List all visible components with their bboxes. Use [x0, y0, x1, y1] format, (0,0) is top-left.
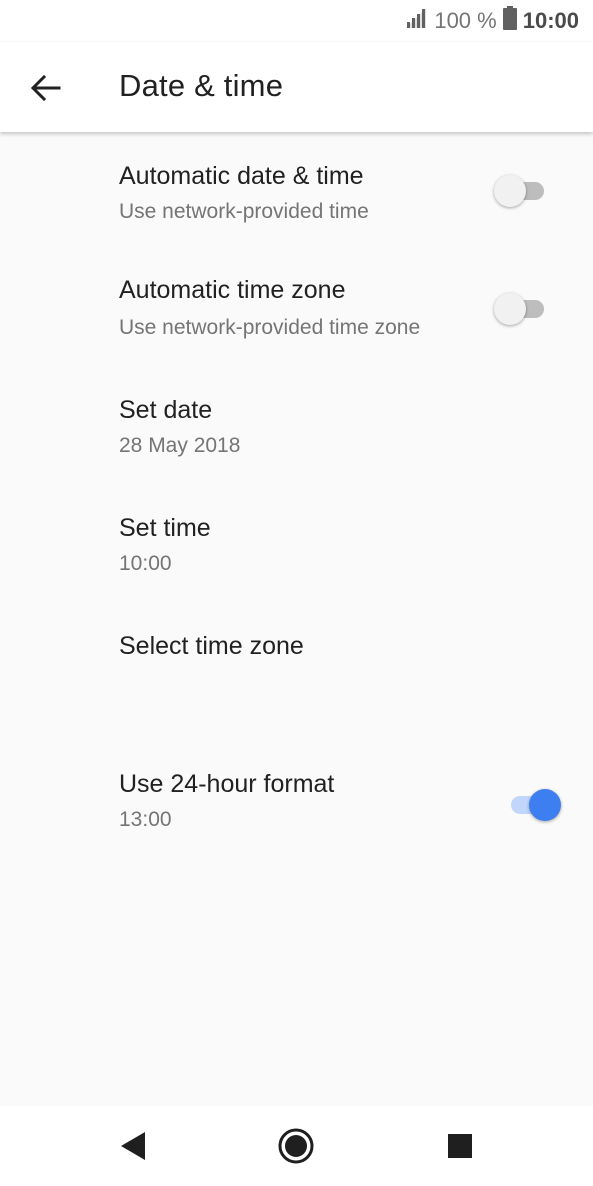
- navigation-bar: [0, 1106, 593, 1186]
- setting-set-date[interactable]: Set date 28 May 2018: [0, 368, 593, 486]
- setting-summary: 13:00: [119, 808, 172, 831]
- setting-title: Select time zone: [119, 632, 304, 660]
- setting-select-time-zone[interactable]: Select time zone: [0, 604, 593, 724]
- toggle-thumb: [494, 293, 526, 325]
- home-circle-icon[interactable]: [276, 1126, 316, 1166]
- setting-summary: Use network-provided time zone: [119, 316, 421, 339]
- setting-title: Use 24-hour format: [119, 770, 335, 798]
- setting-automatic-time-zone[interactable]: Automatic time zone Use network-provided…: [0, 250, 593, 368]
- toggle-thumb: [529, 789, 561, 821]
- setting-title: Automatic date & time: [119, 162, 364, 190]
- battery-percent: 100 %: [434, 8, 497, 33]
- automatic-time-zone-toggle[interactable]: [494, 290, 550, 326]
- setting-title: Automatic time zone: [119, 276, 346, 304]
- toggle-thumb: [494, 175, 526, 207]
- status-bar: 100 % 10:00: [0, 0, 593, 42]
- battery-icon: [502, 6, 517, 36]
- status-time: 10:00: [522, 8, 579, 33]
- app-bar: Date & time: [0, 42, 593, 132]
- signal-icon: [404, 7, 428, 35]
- setting-summary: Use network-provided time: [119, 200, 369, 223]
- back-arrow-icon[interactable]: [26, 68, 66, 108]
- setting-title: Set date: [119, 396, 213, 424]
- setting-summary: 28 May 2018: [119, 434, 241, 457]
- setting-use-24-hour-format[interactable]: Use 24-hour format 13:00: [0, 744, 593, 862]
- setting-summary: 10:00: [119, 552, 172, 575]
- back-triangle-icon[interactable]: [112, 1126, 152, 1166]
- setting-automatic-date-time[interactable]: Automatic date & time Use network-provid…: [0, 134, 593, 250]
- automatic-date-time-toggle[interactable]: [494, 172, 550, 208]
- setting-title: Set time: [119, 514, 211, 542]
- use-24-hour-format-toggle[interactable]: [505, 786, 561, 822]
- recents-square-icon[interactable]: [440, 1126, 480, 1166]
- page-title: Date & time: [119, 68, 284, 103]
- setting-set-time[interactable]: Set time 10:00: [0, 486, 593, 604]
